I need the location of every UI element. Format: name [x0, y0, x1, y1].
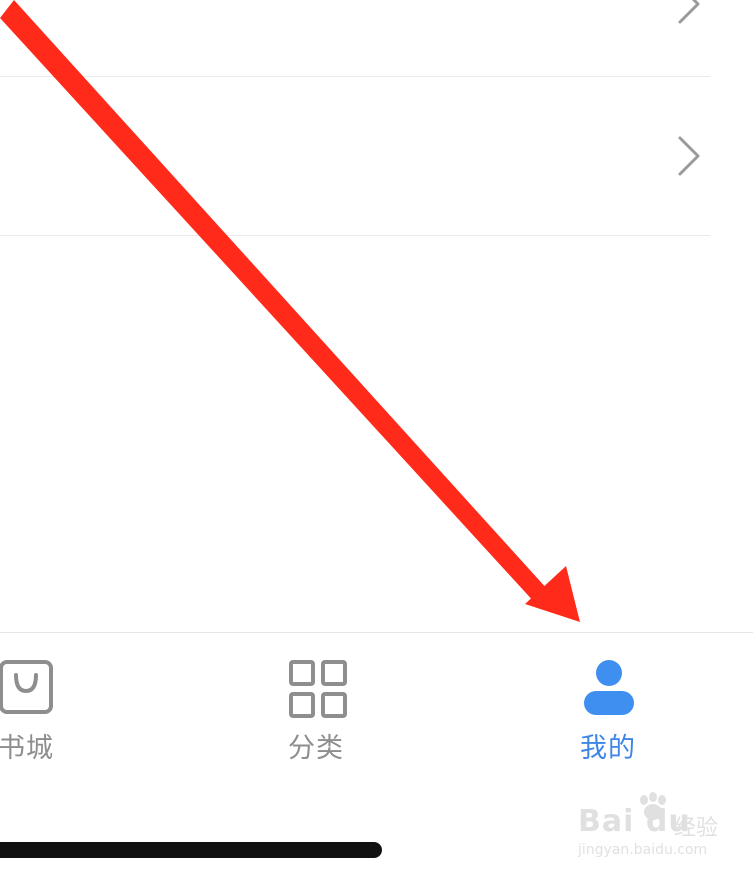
watermark-url: jingyan.baidu.com	[578, 842, 708, 858]
tab-category-label: 分类	[288, 733, 344, 764]
list-item[interactable]	[0, 0, 710, 77]
chevron-right-icon	[678, 136, 700, 176]
home-indicator	[0, 842, 382, 858]
tab-bookstore[interactable]: 书城	[0, 633, 80, 773]
tab-mine[interactable]: 我的	[570, 633, 660, 773]
shopping-bag-icon	[0, 660, 53, 714]
tab-category[interactable]: 分类	[278, 633, 368, 773]
tab-bookstore-label: 书城	[0, 733, 54, 764]
tab-mine-label: 我的	[580, 733, 636, 764]
bottom-tab-bar: 书城 分类 我的	[0, 632, 753, 773]
chevron-right-icon	[678, 0, 700, 24]
watermark: Bai du 经验 jingyan.baidu.com	[578, 792, 748, 862]
list-item[interactable]	[0, 77, 710, 236]
user-icon	[584, 660, 634, 715]
watermark-brand-cn: 经验	[674, 816, 719, 841]
grid-icon	[289, 660, 347, 718]
screen: 书城 分类 我的 Bai du 经验 jingyan.baidu.com	[0, 0, 753, 878]
